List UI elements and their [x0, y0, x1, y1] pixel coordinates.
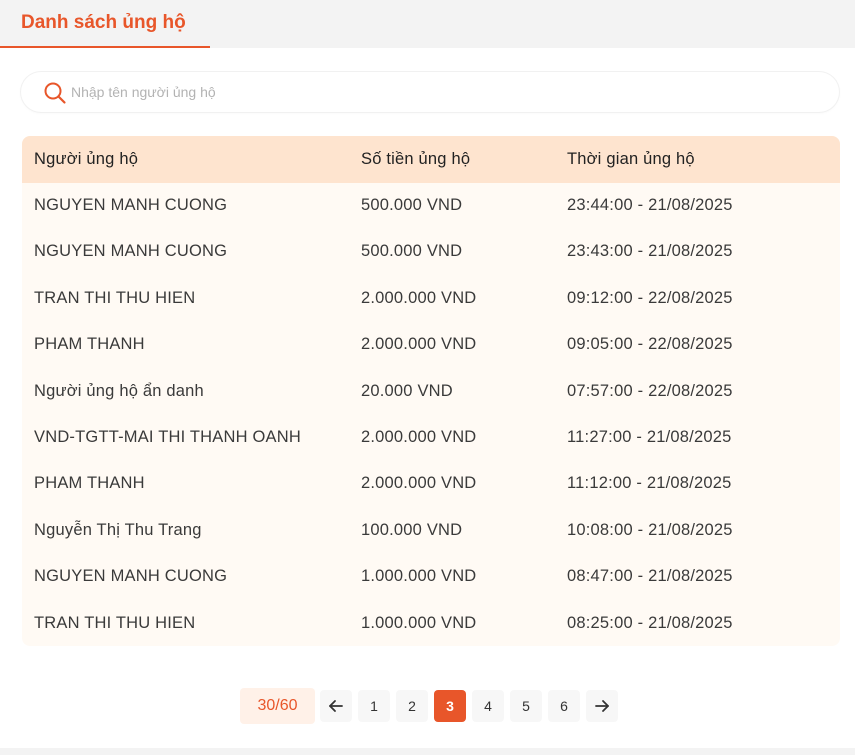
donor-name: TRAN THI THU HIEN [34, 613, 196, 632]
donor-name: NGUYEN MANH CUONG [34, 196, 228, 214]
donation-time: 23:44:00 - 21/08/2025 [567, 196, 733, 214]
donation-amount: 1.000.000 VND [361, 613, 477, 632]
donation-time: 11:12:00 - 21/08/2025 [567, 474, 732, 493]
donation-amount: 2.000.000 VND [361, 288, 477, 307]
donation-amount: 500.000 VND [361, 242, 463, 261]
donation-amount: 2.000.000 VND [361, 474, 477, 493]
donation-amount: 100.000 VND [361, 520, 463, 539]
tab-bar: Danh sách ủng hộ [0, 0, 855, 48]
page-button-4[interactable]: 4 [472, 690, 504, 722]
donation-time: 10:08:00 - 21/08/2025 [567, 520, 733, 539]
donation-amount: 2.000.000 VND [361, 335, 477, 354]
donor-name: PHAM THANH [34, 474, 145, 493]
table-row: NGUYEN MANH CUONG 1.000.000 VND 08:47:00… [22, 554, 840, 600]
table-row: Nguyễn Thị Thu Trang 100.000 VND 10:08:0… [22, 508, 840, 554]
table-row: PHAM THANH 2.000.000 VND 11:12:00 - 21/0… [22, 461, 840, 507]
page-button-5[interactable]: 5 [510, 690, 542, 722]
donor-name: NGUYEN MANH CUONG [34, 567, 228, 586]
arrow-right-icon [595, 700, 609, 712]
table-header: Người ủng hộ Số tiền ủng hộ Thời gian ủn… [22, 136, 840, 183]
table-body: NGUYEN MANH CUONG 500.000 VND 23:44:00 -… [22, 183, 840, 646]
donation-amount: 20.000 VND [361, 381, 453, 400]
search-input[interactable] [71, 80, 811, 104]
table-row: VND-TGTT-MAI THI THANH OANH 2.000.000 VN… [22, 415, 840, 461]
donation-time: 07:57:00 - 22/08/2025 [567, 381, 733, 400]
donor-name: Nguyễn Thị Thu Trang [34, 520, 202, 539]
table-row: TRAN THI THU HIEN 1.000.000 VND 08:25:00… [22, 601, 840, 646]
donor-name: NGUYEN MANH CUONG [34, 242, 228, 261]
page-button-6[interactable]: 6 [548, 690, 580, 722]
donation-time: 09:12:00 - 22/08/2025 [567, 288, 733, 307]
bottom-divider [0, 748, 855, 755]
search-box [21, 72, 839, 112]
pagination: 30/60 1 2 3 4 5 6 [0, 688, 855, 724]
donation-time: 09:05:00 - 22/08/2025 [567, 335, 733, 354]
donation-time: 08:47:00 - 21/08/2025 [567, 567, 733, 586]
donor-name: TRAN THI THU HIEN [34, 288, 196, 307]
tab-label: Danh sách ủng hộ [21, 12, 186, 33]
donation-amount: 2.000.000 VND [361, 427, 477, 446]
page-button-2[interactable]: 2 [396, 690, 428, 722]
donation-amount: 1.000.000 VND [361, 567, 477, 586]
donation-time: 11:27:00 - 21/08/2025 [567, 427, 732, 446]
arrow-left-icon [329, 700, 343, 712]
donation-amount: 500.000 VND [361, 196, 463, 214]
header-donor: Người ủng hộ [34, 150, 139, 168]
donation-table: Người ủng hộ Số tiền ủng hộ Thời gian ủn… [22, 136, 840, 646]
page-button-1[interactable]: 1 [358, 690, 390, 722]
search-icon [43, 81, 67, 105]
table-row: NGUYEN MANH CUONG 500.000 VND 23:43:00 -… [22, 229, 840, 275]
tab-donation-list[interactable]: Danh sách ủng hộ [0, 0, 210, 48]
donor-name: VND-TGTT-MAI THI THANH OANH [34, 427, 301, 446]
prev-page-button[interactable] [320, 690, 352, 722]
donor-name: Người ủng hộ ẩn danh [34, 381, 204, 400]
table-row: PHAM THANH 2.000.000 VND 09:05:00 - 22/0… [22, 322, 840, 368]
header-time: Thời gian ủng hộ [567, 150, 695, 168]
next-page-button[interactable] [586, 690, 618, 722]
header-amount: Số tiền ủng hộ [361, 150, 471, 168]
table-row: TRAN THI THU HIEN 2.000.000 VND 09:12:00… [22, 276, 840, 322]
table-row: Người ủng hộ ẩn danh 20.000 VND 07:57:00… [22, 369, 840, 415]
donor-name: PHAM THANH [34, 335, 145, 354]
donation-time: 23:43:00 - 21/08/2025 [567, 242, 733, 261]
table-row: NGUYEN MANH CUONG 500.000 VND 23:44:00 -… [22, 183, 840, 229]
record-count: 30/60 [240, 688, 315, 724]
page-button-3-current[interactable]: 3 [434, 690, 466, 722]
donation-time: 08:25:00 - 21/08/2025 [567, 613, 733, 632]
